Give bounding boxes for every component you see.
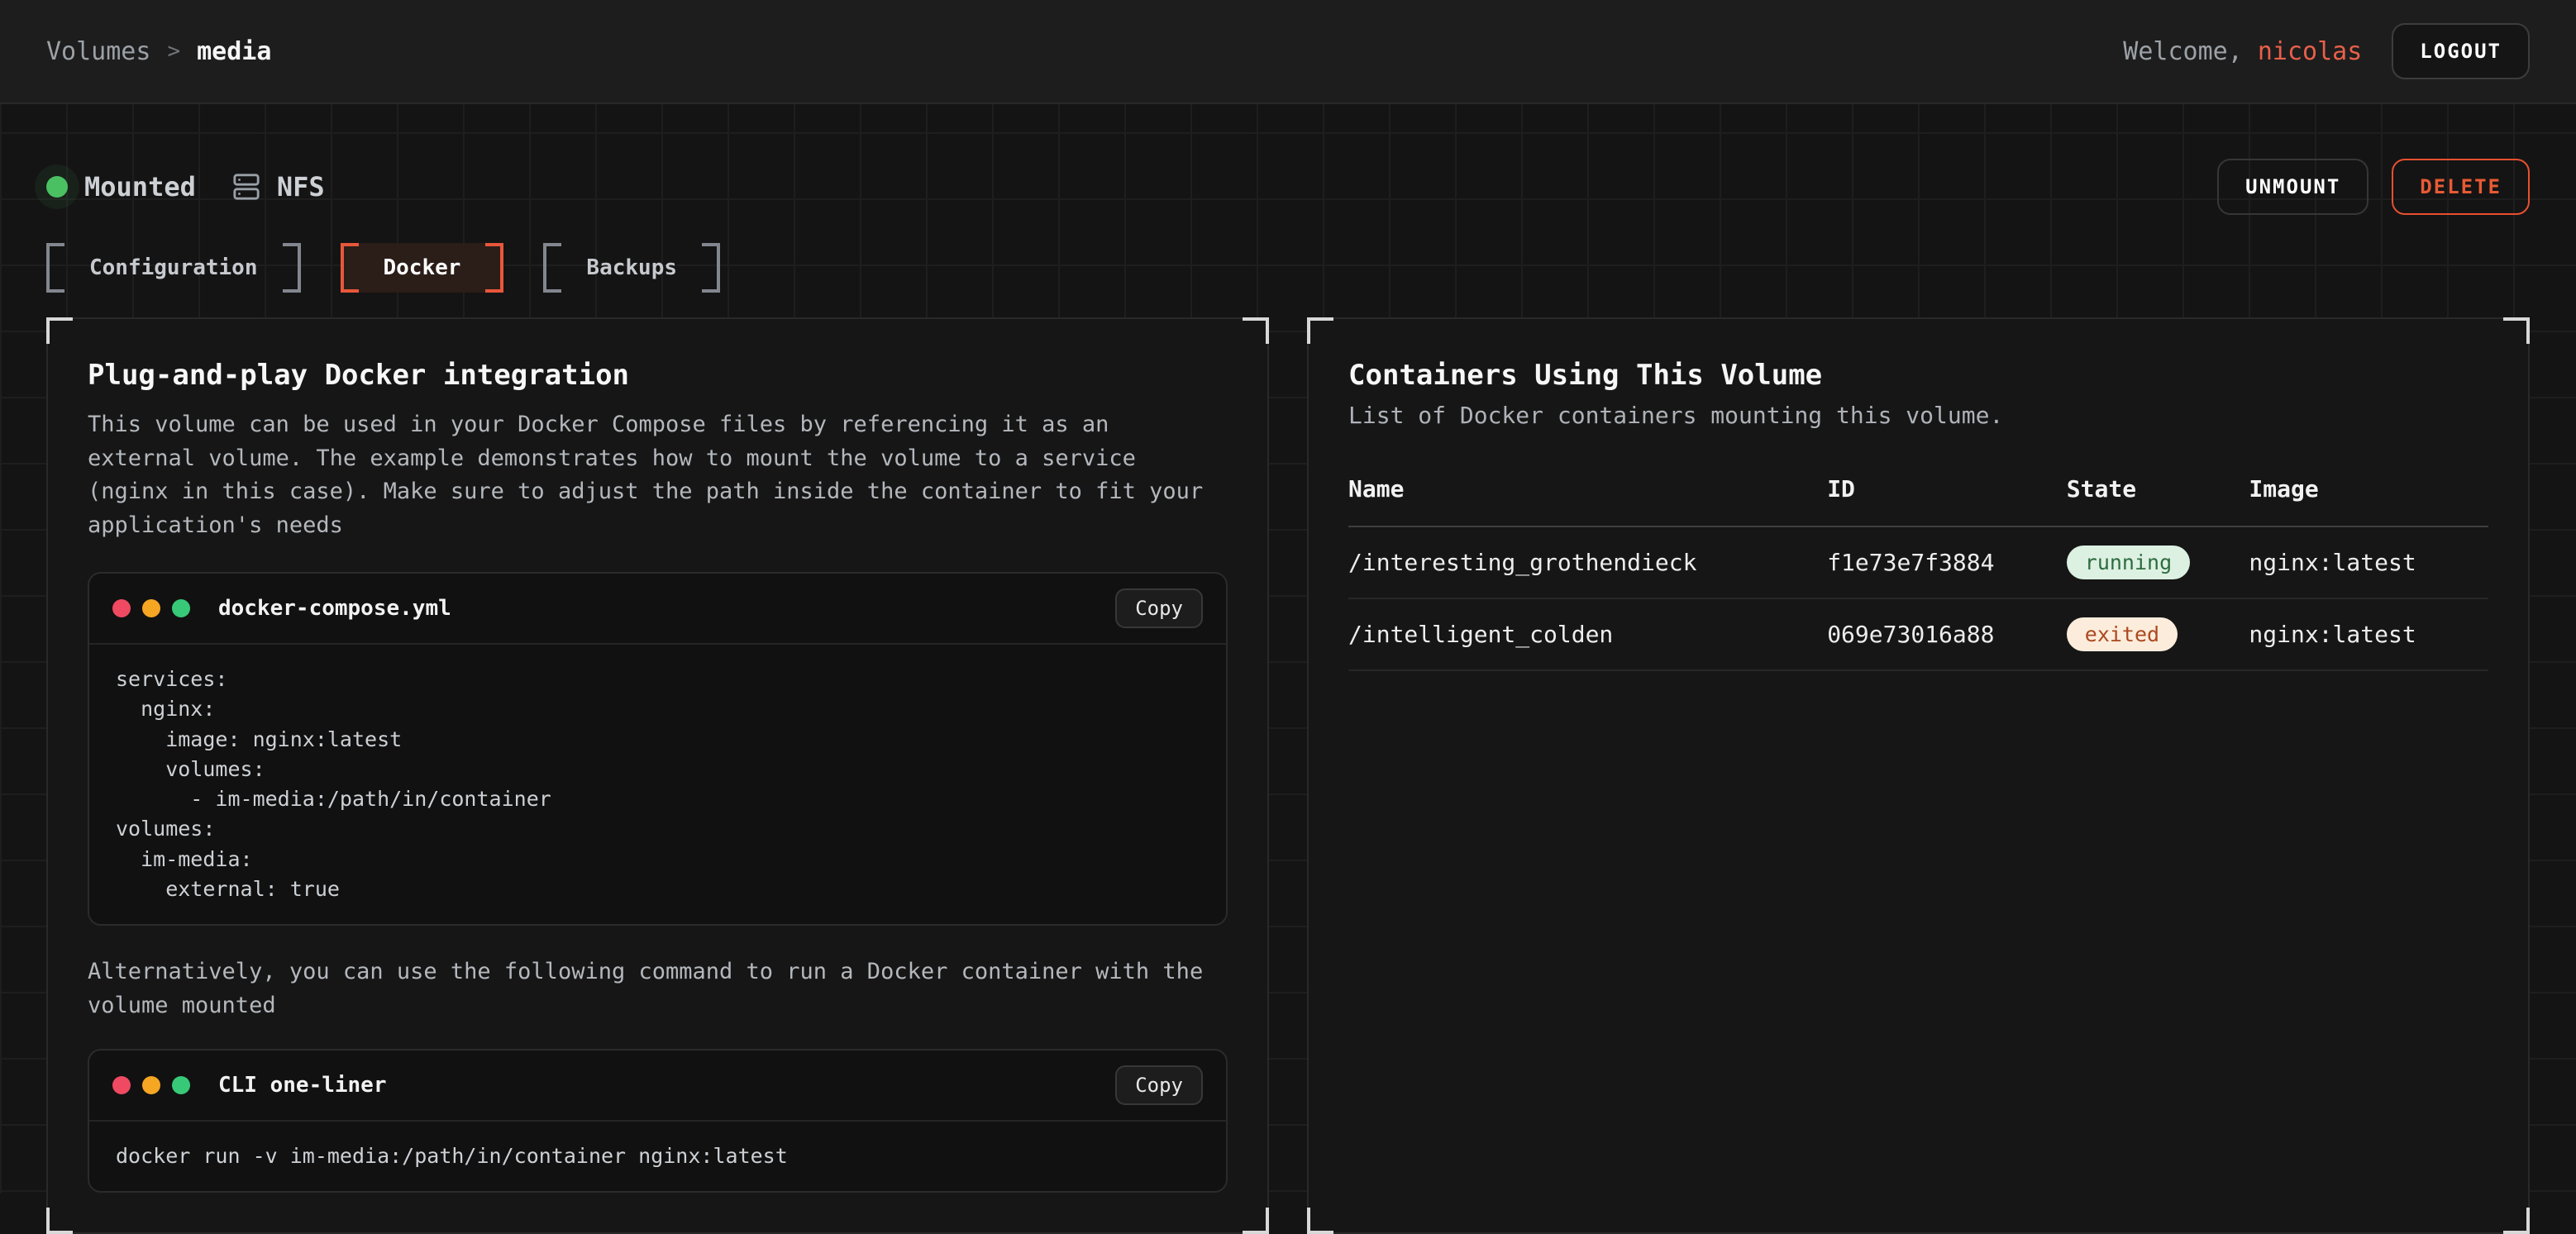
tab-docker[interactable]: Docker: [341, 243, 504, 293]
containers-table-header-row: Name ID State Image: [1348, 475, 2488, 526]
container-name: /intelligent_colden: [1348, 598, 1827, 670]
cli-code-content: docker run -v im-media:/path/in/containe…: [89, 1122, 1226, 1191]
app-header: Volumes > media Welcome, nicolas LOGOUT: [0, 0, 2576, 104]
panel-corner-decoration: [46, 1208, 73, 1234]
main-content: Mounted NFS UNMOUNT DELETE Configurati: [0, 104, 2576, 1234]
docker-panel-title: Plug-and-play Docker integration: [88, 359, 1228, 392]
panel-corner-decoration: [2503, 317, 2530, 344]
volume-actions: UNMOUNT DELETE: [2217, 159, 2530, 215]
welcome-text: Welcome, nicolas: [2123, 37, 2362, 66]
containers-panel: Containers Using This Volume List of Doc…: [1307, 317, 2530, 1234]
welcome-prefix: Welcome,: [2123, 37, 2258, 66]
volume-status-group: Mounted NFS: [46, 171, 325, 202]
containers-panel-title: Containers Using This Volume: [1348, 359, 2488, 392]
compose-filename: docker-compose.yml: [218, 596, 1104, 621]
panel-corner-decoration: [2503, 1208, 2530, 1234]
cli-title: CLI one-liner: [218, 1073, 1104, 1098]
status-badge: exited: [2067, 617, 2178, 651]
tab-configuration[interactable]: Configuration: [46, 243, 301, 293]
server-icon: [232, 173, 260, 201]
window-dot-red-icon: [112, 599, 131, 617]
logout-button[interactable]: LOGOUT: [2392, 23, 2530, 79]
breadcrumb-volumes-link[interactable]: Volumes: [46, 37, 150, 66]
window-dot-red-icon: [112, 1076, 131, 1094]
table-row: /intelligent_colden 069e73016a88 exited …: [1348, 598, 2488, 670]
delete-button[interactable]: DELETE: [2392, 159, 2530, 215]
compose-code-content: services: nginx: image: nginx:latest vol…: [89, 645, 1226, 924]
window-dot-yellow-icon: [142, 599, 160, 617]
volume-detail-page: { "header": { "breadcrumb": { "root": "V…: [0, 0, 2576, 1194]
panel-corner-decoration: [1307, 317, 1333, 344]
status-row: Mounted NFS UNMOUNT DELETE: [46, 159, 2530, 215]
window-dot-yellow-icon: [142, 1076, 160, 1094]
unmount-button[interactable]: UNMOUNT: [2217, 159, 2368, 215]
containers-panel-subtitle: List of Docker containers mounting this …: [1348, 402, 2488, 429]
panel-corner-decoration: [1243, 317, 1269, 344]
table-row: /interesting_grothendieck f1e73e7f3884 r…: [1348, 526, 2488, 598]
docker-panel-description: This volume can be used in your Docker C…: [88, 408, 1228, 542]
cli-code-block: CLI one-liner Copy docker run -v im-medi…: [88, 1049, 1228, 1193]
container-image: nginx:latest: [2249, 598, 2488, 670]
cli-copy-button[interactable]: Copy: [1115, 1065, 1203, 1105]
mount-status: Mounted: [46, 171, 196, 202]
panels-row: Plug-and-play Docker integration This vo…: [46, 317, 2530, 1234]
tab-bar: Configuration Docker Backups: [46, 243, 2530, 293]
username: nicolas: [2258, 37, 2362, 66]
tab-backups[interactable]: Backups: [543, 243, 720, 293]
mount-status-label: Mounted: [84, 171, 196, 202]
column-header-image: Image: [2249, 475, 2488, 526]
cli-note: Alternatively, you can use the following…: [88, 955, 1228, 1022]
cli-code-header: CLI one-liner Copy: [89, 1051, 1226, 1122]
container-image: nginx:latest: [2249, 526, 2488, 598]
breadcrumb: Volumes > media: [46, 37, 271, 66]
mounted-status-dot: [46, 176, 68, 198]
column-header-name: Name: [1348, 475, 1827, 526]
container-id: f1e73e7f3884: [1827, 526, 2067, 598]
panel-corner-decoration: [1243, 1208, 1269, 1234]
containers-table: Name ID State Image /interesting_grothen…: [1348, 475, 2488, 671]
breadcrumb-separator: >: [167, 39, 180, 64]
panel-corner-decoration: [46, 317, 73, 344]
column-header-id: ID: [1827, 475, 2067, 526]
docker-integration-panel: Plug-and-play Docker integration This vo…: [46, 317, 1269, 1234]
window-dot-green-icon: [172, 599, 190, 617]
column-header-state: State: [2067, 475, 2249, 526]
header-right: Welcome, nicolas LOGOUT: [2123, 23, 2530, 79]
container-id: 069e73016a88: [1827, 598, 2067, 670]
window-dot-green-icon: [172, 1076, 190, 1094]
fs-type-label: NFS: [277, 171, 325, 202]
fs-type-status: NFS: [232, 171, 325, 202]
panel-corner-decoration: [1307, 1208, 1333, 1234]
compose-code-block: docker-compose.yml Copy services: nginx:…: [88, 572, 1228, 926]
status-badge: running: [2067, 546, 2190, 579]
breadcrumb-current-volume: media: [197, 37, 271, 66]
compose-copy-button[interactable]: Copy: [1115, 588, 1203, 628]
compose-code-header: docker-compose.yml Copy: [89, 574, 1226, 645]
container-name: /interesting_grothendieck: [1348, 526, 1827, 598]
